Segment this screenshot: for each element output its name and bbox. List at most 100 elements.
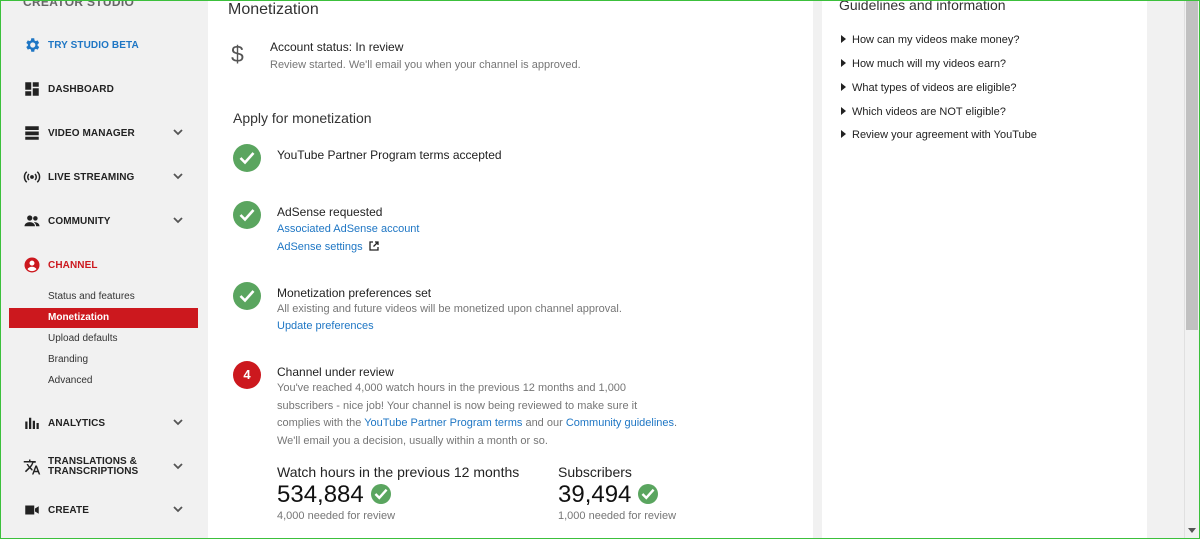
nav-analytics[interactable]: ANALYTICS [1,413,198,433]
caret-right-icon [841,83,846,91]
video-manager-icon [25,126,39,140]
sub-label: Advanced [48,375,93,386]
scrollbar-thumb[interactable] [1186,0,1198,330]
channel-sub-status[interactable]: Status and features [9,287,198,307]
watch-hours-label: Watch hours in the previous 12 months [277,464,520,480]
sub-label: Status and features [48,291,135,302]
live-streaming-icon [23,171,41,183]
partner-program-terms-link[interactable]: YouTube Partner Program terms [364,417,522,429]
check-circle-icon [638,484,658,504]
guidelines-title: Guidelines and information [839,0,1006,13]
guidelines-panel: Guidelines and information How can my vi… [822,0,1147,539]
community-icon [24,215,40,227]
nav-label: TRY STUDIO BETA [48,39,139,51]
caret-right-icon [841,130,846,138]
nav-label: CREATE [48,504,89,516]
dollar-icon: $ [231,41,244,67]
chevron-down-icon[interactable] [171,125,185,139]
sub-label: Upload defaults [48,333,118,344]
nav-label: LIVE STREAMING [48,171,135,183]
adsense-settings-link[interactable]: AdSense settings [277,241,379,253]
subscribers-label: Subscribers [558,464,632,480]
external-link-icon [369,241,379,251]
guideline-item[interactable]: Review your agreement with YouTube [841,129,1037,141]
caret-right-icon [841,35,846,43]
chevron-down-icon[interactable] [171,169,185,183]
nav-video-manager[interactable]: VIDEO MANAGER [1,123,198,143]
update-preferences-link[interactable]: Update preferences [277,320,374,332]
step-description: You've reached 4,000 watch hours in the … [277,380,677,450]
sidebar: CREATOR STUDIO TRY STUDIO BETA DASHBOARD… [1,0,198,538]
nav-channel[interactable]: CHANNEL [1,255,198,275]
nav-translations[interactable]: TRANSLATIONS & TRANSCRIPTIONS [1,457,198,477]
page-title: Monetization [228,1,319,18]
analytics-icon [25,417,39,429]
nav-label: TRANSLATIONS & TRANSCRIPTIONS [48,457,138,477]
step-description: All existing and future videos will be m… [277,303,622,315]
subscribers-note: 1,000 needed for review [558,510,677,522]
translate-icon [23,459,41,475]
account-status: Account status: In review [270,40,404,54]
guideline-label: Review your agreement with YouTube [852,129,1037,141]
nav-community[interactable]: COMMUNITY [1,211,198,231]
subscribers-value: 39,494 [558,481,632,508]
chevron-down-icon[interactable] [171,415,185,429]
desc-line: You've reached 4,000 watch hours in the … [277,382,627,394]
guideline-label: How can my videos make money? [852,34,1020,46]
nav-label: COMMUNITY [48,215,111,227]
scroll-down-arrow-icon[interactable] [1186,524,1198,536]
associated-adsense-link[interactable]: Associated AdSense account [277,223,419,235]
check-circle-icon [233,201,261,229]
guideline-label: How much will my videos earn? [852,58,1007,70]
watch-hours-value: 534,884 [277,481,364,508]
brand-title: CREATOR STUDIO [23,0,135,9]
nav-live-streaming[interactable]: LIVE STREAMING [1,167,198,187]
sub-label: Branding [48,354,89,365]
main-panel: Monetization $ Account status: In review… [208,0,813,539]
account-status-note: Review started. We'll email you when you… [270,59,581,71]
step-title: YouTube Partner Program terms accepted [277,148,502,162]
check-circle-icon [233,144,261,172]
guideline-item[interactable]: How much will my videos earn? [841,58,1006,70]
desc-text: . [674,417,678,429]
chevron-down-icon[interactable] [171,213,185,227]
guideline-item[interactable]: How can my videos make money? [841,34,1020,46]
check-circle-icon [371,484,391,504]
step-title: AdSense requested [277,205,383,219]
step-title: Channel under review [277,365,394,379]
apply-heading: Apply for monetization [233,110,372,126]
guideline-item[interactable]: Which videos are NOT eligible? [841,106,1006,118]
desc-line: We'll email you a decision, usually with… [277,434,548,447]
community-guidelines-link[interactable]: Community guidelines [566,417,674,429]
channel-sub-advanced[interactable]: Advanced [9,371,198,391]
caret-right-icon [841,59,846,67]
channel-sub-branding[interactable]: Branding [9,350,198,370]
channel-sub-upload-defaults[interactable]: Upload defaults [9,329,198,349]
watch-hours-note: 4,000 needed for review [277,510,396,522]
step-title: Monetization preferences set [277,286,432,300]
chevron-down-icon[interactable] [171,459,185,473]
guideline-label: What types of videos are eligible? [852,82,1017,94]
nav-label: VIDEO MANAGER [48,127,135,139]
dashboard-icon [25,82,39,96]
caret-right-icon [841,107,846,115]
guideline-item[interactable]: What types of videos are eligible? [841,82,1016,94]
chevron-down-icon[interactable] [171,502,185,516]
adsense-settings-label: AdSense settings [277,241,363,253]
sub-label: Monetization [48,312,110,323]
step-number-badge: 4 [233,361,261,389]
nav-label-line2: TRANSCRIPTIONS [48,466,139,477]
nav-try-studio-beta[interactable]: TRY STUDIO BETA [1,35,198,55]
nav-label: DASHBOARD [48,83,114,95]
nav-label: ANALYTICS [48,417,106,429]
gear-icon [26,38,40,52]
channel-icon [24,257,40,273]
guideline-label: Which videos are NOT eligible? [852,106,1006,118]
check-circle-icon [233,282,261,310]
nav-label: CHANNEL [48,259,98,271]
create-video-icon [25,505,39,515]
desc-text: complies with the [277,417,365,429]
nav-create[interactable]: CREATE [1,500,198,520]
nav-dashboard[interactable]: DASHBOARD [1,79,198,99]
channel-sub-monetization[interactable]: Monetization [9,308,198,328]
